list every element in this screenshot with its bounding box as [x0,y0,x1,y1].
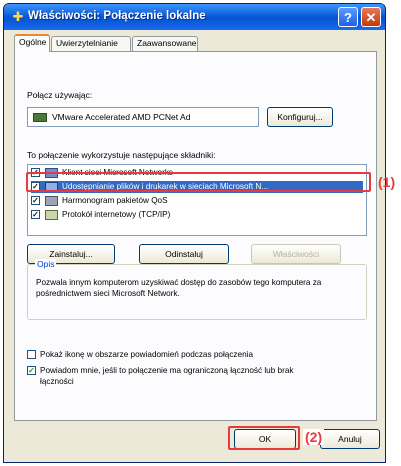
callout-1-label: (1) [378,174,396,190]
show-icon-label: Pokaż ikonę w obszarze powiadomień podcz… [40,350,253,359]
title-bar[interactable]: ✚ Właściwości: Połączenie lokalne ? ✕ [4,4,385,30]
component-checkbox[interactable]: ✓ [31,210,40,219]
notify-option[interactable]: ✓ Powiadom mnie, jeśli to połączenie ma … [27,365,357,391]
protocol-icon [45,210,58,220]
adapter-field: VMware Accelerated AMD PCNet Ad [27,107,259,127]
close-button[interactable]: ✕ [361,7,381,27]
list-item[interactable]: ✓ Protokół internetowy (TCP/IP) [31,209,363,221]
list-item[interactable]: ✓ Harmonogram pakietów QoS [31,195,363,207]
description-text: Pozwala innym komputerom uzyskiwać dostę… [36,278,322,298]
notify-checkbox[interactable]: ✓ [27,366,36,375]
general-panel: Połącz używając: VMware Accelerated AMD … [14,51,377,421]
network-card-icon [33,113,47,122]
show-icon-checkbox[interactable] [27,350,36,359]
callout-2-label: (2) [303,429,325,445]
uninstall-button[interactable]: Odinstaluj [139,244,229,264]
component-label: Protokół internetowy (TCP/IP) [62,210,171,219]
components-label: To połączenie wykorzystuje następujące s… [27,150,216,160]
qos-icon [45,196,58,206]
connect-using-label: Połącz używając: [27,90,93,100]
configure-button[interactable]: Konfiguruj... [267,107,333,127]
properties-dialog: ✚ Właściwości: Połączenie lokalne ? ✕ Og… [3,3,386,463]
help-button[interactable]: ? [338,7,358,27]
tab-advanced[interactable]: Zaawansowane [132,36,198,51]
window-title: Właściwości: Połączenie lokalne [28,10,206,22]
component-checkbox[interactable]: ✓ [31,196,40,205]
description-title: Opis [35,259,57,269]
callout-1-highlight [26,172,371,192]
callout-2-highlight [228,426,300,450]
component-label: Harmonogram pakietów QoS [62,196,168,205]
tab-general[interactable]: Ogólne [14,34,50,52]
tab-authentication[interactable]: Uwierzytelnianie [51,36,131,51]
show-icon-option[interactable]: Pokaż ikonę w obszarze powiadomień podcz… [27,349,357,361]
adapter-name: VMware Accelerated AMD PCNet Ad [52,112,191,122]
notify-label: Powiadom mnie, jeśli to połączenie ma og… [40,366,294,386]
description-group: Opis Pozwala innym komputerom uzyskiwać … [27,259,367,320]
properties-button[interactable]: Właściwości [251,244,341,264]
network-connection-icon: ✚ [12,9,24,24]
cancel-button[interactable]: Anuluj [320,429,380,449]
cancel-label: Anuluj [338,434,362,444]
